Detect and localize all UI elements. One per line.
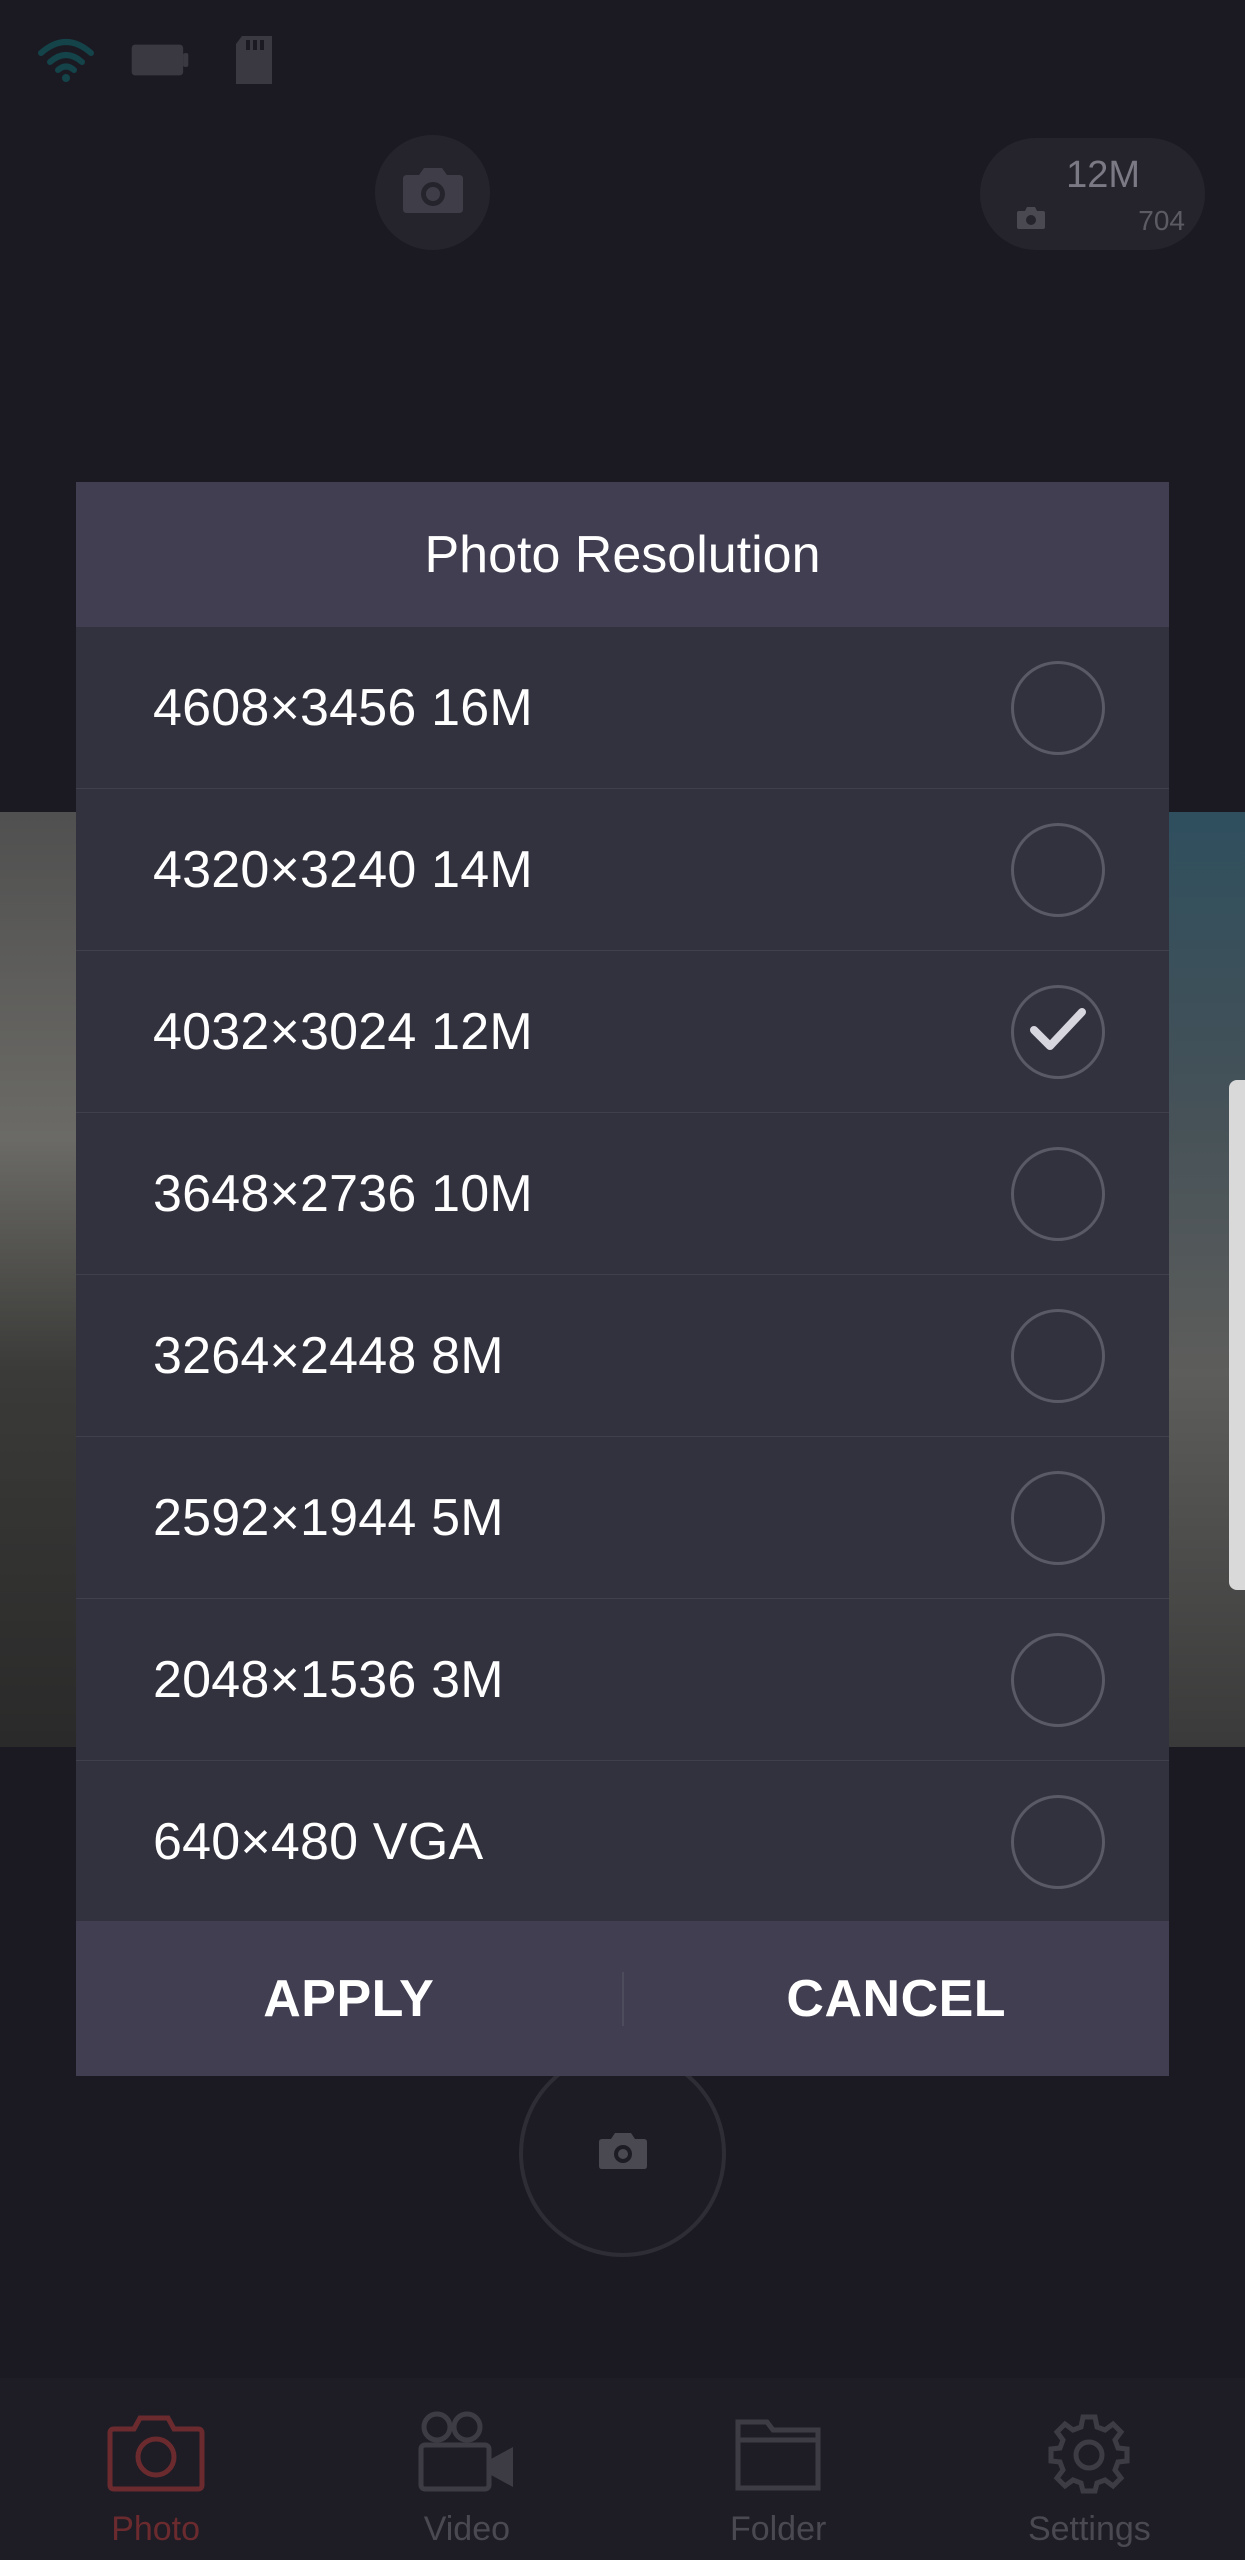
edge-panel-handle[interactable] [1229,1080,1245,1590]
resolution-option[interactable]: 640×480 VGA [76,1761,1169,1923]
option-label: 2048×1536 3M [153,1650,504,1709]
preview-left-edge [0,812,76,1747]
resolution-option[interactable]: 4608×3456 16M [76,627,1169,789]
resolution-option[interactable]: 2048×1536 3M [76,1599,1169,1761]
camera-icon [106,2408,206,2498]
resolution-option[interactable]: 2592×1944 5M [76,1437,1169,1599]
checkmark-icon [1028,1006,1088,1057]
dialog-title: Photo Resolution [424,525,821,584]
shutter-button[interactable] [519,2050,726,2257]
radio-button[interactable] [1011,1470,1105,1565]
nav-photo[interactable]: Photo [0,2378,311,2560]
option-label: 2592×1944 5M [153,1488,504,1547]
resolution-option[interactable]: 4320×3240 14M [76,789,1169,951]
nav-label: Photo [111,2510,201,2548]
dialog-footer: APPLY CANCEL [76,1921,1169,2076]
nav-settings[interactable]: Settings [934,2378,1245,2560]
dialog-header: Photo Resolution [76,482,1169,627]
battery-icon [130,35,190,85]
nav-label: Folder [729,2510,827,2548]
option-label: 4320×3240 14M [153,840,533,899]
gear-icon [1047,2408,1131,2498]
remaining-shots: 704 [1138,205,1185,236]
option-label: 4608×3456 16M [153,678,533,737]
radio-button[interactable] [1011,1146,1105,1241]
resolution-option-selected[interactable]: 4032×3024 12M [76,951,1169,1113]
photo-resolution-dialog: Photo Resolution 4608×3456 16M 4320×3240… [76,482,1169,2076]
radio-button[interactable] [1011,1632,1105,1727]
nav-label: Video [423,2510,511,2548]
small-camera-icon [1016,206,1046,235]
video-camera-icon [415,2408,519,2498]
nav-label: Settings [1027,2510,1151,2548]
camera-icon [401,165,465,220]
option-label: 3648×2736 10M [153,1164,533,1223]
wifi-icon [36,35,96,85]
status-bar [36,30,284,90]
sd-card-icon [224,35,284,85]
apply-button[interactable]: APPLY [76,1921,622,2076]
camera-switch-button[interactable] [375,135,490,250]
resolution-badge[interactable]: 12M 704 [980,138,1205,250]
radio-button[interactable] [1011,822,1105,917]
resolution-option[interactable]: 3264×2448 8M [76,1275,1169,1437]
radio-button[interactable] [1011,660,1105,755]
radio-button-checked[interactable] [1011,984,1105,1079]
radio-button[interactable] [1011,1308,1105,1403]
folder-icon [733,2408,823,2498]
resolution-value: 12M [1066,154,1140,196]
resolution-option-list: 4608×3456 16M 4320×3240 14M 4032×3024 12… [76,627,1169,1923]
shutter-camera-icon [597,2131,649,2176]
option-label: 4032×3024 12M [153,1002,533,1061]
bottom-nav: Photo Video Folder Settings [0,2378,1245,2560]
resolution-option[interactable]: 3648×2736 10M [76,1113,1169,1275]
radio-button[interactable] [1011,1795,1105,1889]
option-label: 640×480 VGA [153,1813,484,1871]
option-label: 3264×2448 8M [153,1326,504,1385]
cancel-button[interactable]: CANCEL [624,1921,1170,2076]
nav-video[interactable]: Video [311,2378,622,2560]
nav-folder[interactable]: Folder [623,2378,934,2560]
